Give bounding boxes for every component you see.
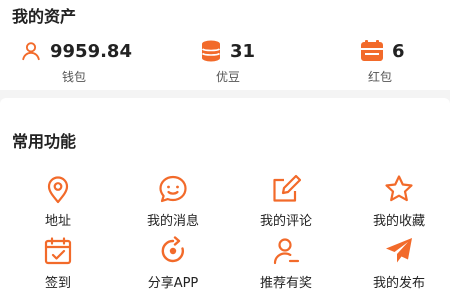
recommend-user-icon: [273, 238, 300, 265]
wallet-label: 钱包: [62, 70, 87, 84]
message-bubble-icon: [159, 175, 187, 203]
location-pin-icon: [47, 176, 69, 204]
function-address-label: 地址: [44, 214, 71, 229]
edit-comment-icon: [273, 174, 301, 202]
red-packet-label: 红包: [368, 70, 393, 84]
function-my-comments[interactable]: 我的评论: [241, 174, 331, 234]
red-packet-icon: [361, 40, 383, 61]
youdou-value: 31: [230, 40, 256, 62]
user-icon: [22, 42, 40, 61]
paper-plane-icon: [386, 238, 412, 263]
function-check-in[interactable]: 签到: [13, 236, 103, 296]
star-icon: [385, 175, 413, 202]
red-packet-value: 6: [392, 40, 405, 62]
function-my-favorites-label: 我的收藏: [372, 214, 425, 229]
red-packet-item[interactable]: 6 红包: [360, 38, 405, 84]
function-my-messages-label: 我的消息: [146, 214, 199, 229]
function-my-messages[interactable]: 我的消息: [128, 174, 218, 234]
coin-stack-icon: [201, 40, 221, 62]
function-recommend-reward[interactable]: 推荐有奖: [241, 236, 331, 296]
common-functions-title: 常用功能: [12, 132, 77, 151]
wallet-value: 9959.84: [50, 40, 132, 62]
calendar-check-icon: [44, 237, 72, 265]
function-my-posts[interactable]: 我的发布: [354, 236, 444, 296]
function-address[interactable]: 地址: [13, 174, 103, 234]
function-share-app-label: 分享APP: [147, 276, 199, 291]
function-my-favorites[interactable]: 我的收藏: [354, 174, 444, 234]
my-assets-title: 我的资产: [12, 7, 77, 26]
youdou-item[interactable]: 31 优豆: [200, 38, 256, 84]
function-share-app[interactable]: 分享APP: [128, 236, 218, 296]
function-check-in-label: 签到: [44, 276, 71, 291]
function-my-comments-label: 我的评论: [259, 214, 312, 229]
wallet-item[interactable]: 9959.84 钱包: [20, 38, 132, 84]
share-icon: [161, 236, 185, 263]
youdou-label: 优豆: [216, 70, 241, 84]
common-functions-card: 常用功能 地址 我的消息 我的评论 我的收藏 签到 分享APP 推荐有奖 我的发…: [0, 98, 450, 300]
function-recommend-reward-label: 推荐有奖: [259, 276, 312, 291]
function-my-posts-label: 我的发布: [372, 276, 425, 291]
my-assets-card: 我的资产 9959.84 钱包 31 优豆 6 红包: [0, 0, 450, 90]
